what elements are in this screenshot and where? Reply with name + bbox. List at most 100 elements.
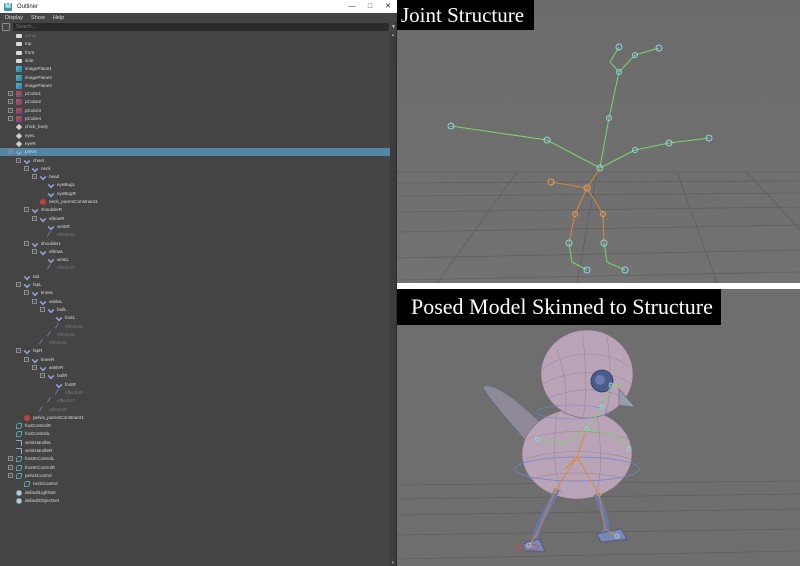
outliner-item[interactable]: top — [0, 40, 390, 48]
vertical-scrollbar[interactable]: ▲ ▼ — [390, 32, 396, 566]
minimize-button[interactable]: — — [343, 0, 361, 13]
outliner-item[interactable]: wristL — [0, 256, 390, 264]
posed-model-viewport[interactable]: Posed Model Skinned to Structure — [397, 289, 800, 566]
outliner-item[interactable]: − elbowL — [0, 248, 390, 256]
outliner-item[interactable]: effector2 — [0, 405, 390, 414]
menu-help[interactable]: Help — [53, 15, 64, 21]
expand-toggle-icon[interactable]: − — [32, 248, 37, 254]
outliner-item[interactable]: − ankleL — [0, 298, 390, 306]
outliner-item[interactable]: chick_body — [0, 123, 390, 131]
outliner-item[interactable]: − pCube3 — [0, 107, 390, 115]
outliner-item[interactable]: effector3 — [0, 264, 390, 273]
outliner-item[interactable]: − ballL — [0, 306, 390, 314]
outliner-item[interactable]: effector5 — [0, 330, 390, 339]
outliner-item[interactable]: − hipR — [0, 347, 390, 355]
outliner-item[interactable]: eyeBugL — [0, 181, 390, 189]
outliner-item[interactable]: effector4 — [0, 231, 390, 240]
outliner-item[interactable]: − pCube2 — [0, 98, 390, 106]
outliner-item-label: effector6 — [65, 323, 83, 329]
outliner-item[interactable]: − kneeR — [0, 356, 390, 364]
outliner-item[interactable]: − head — [0, 173, 390, 181]
outliner-item[interactable]: eyeBugR — [0, 190, 390, 198]
expand-toggle-icon[interactable]: − — [32, 298, 37, 304]
outliner-item[interactable]: − pelvisControl — [0, 472, 390, 480]
scroll-up-icon[interactable]: ▲ — [390, 32, 396, 38]
outliner-item[interactable]: − footIKControlL — [0, 455, 390, 463]
expand-toggle-icon[interactable]: − — [24, 240, 29, 246]
outliner-item[interactable]: effector8 — [0, 388, 390, 397]
outliner-item[interactable]: − pCube4 — [0, 115, 390, 123]
outliner-item[interactable]: wristHandleR — [0, 447, 390, 455]
outliner-tree[interactable]: persp top front side imagePlane1 imagePlane2 i… — [0, 32, 390, 566]
outliner-item[interactable]: persp — [0, 32, 390, 40]
expand-toggle-icon[interactable]: − — [16, 348, 21, 354]
outliner-item[interactable]: front — [0, 49, 390, 57]
outliner-item[interactable]: defaultObjectSet — [0, 497, 390, 505]
expand-toggle-icon[interactable]: − — [8, 149, 13, 155]
outliner-item[interactable]: − neck — [0, 165, 390, 173]
expand-toggle-icon[interactable]: − — [32, 215, 37, 221]
camera-icon — [16, 50, 22, 55]
expand-toggle-icon[interactable]: − — [16, 157, 21, 163]
outliner-item[interactable]: eyeR — [0, 140, 390, 148]
close-button[interactable]: ✕ — [379, 0, 397, 13]
outliner-item[interactable]: imagePlane2 — [0, 74, 390, 82]
outliner-item[interactable]: effector6 — [0, 322, 390, 331]
maximize-button[interactable]: □ — [361, 0, 379, 13]
menu-show[interactable]: Show — [31, 15, 45, 21]
scroll-down-icon[interactable]: ▼ — [390, 560, 396, 566]
outliner-item[interactable]: − footIKControlR — [0, 464, 390, 472]
outliner-item[interactable]: footControlL — [0, 430, 390, 438]
effector-icon — [46, 330, 56, 339]
joint-structure-viewport[interactable]: Joint Structure — [397, 0, 800, 283]
outliner-item[interactable]: effector1 — [0, 338, 390, 348]
expand-toggle-icon[interactable]: − — [8, 456, 13, 462]
outliner-item[interactable]: − kneeL — [0, 289, 390, 297]
expand-toggle-icon[interactable]: − — [24, 290, 29, 296]
outliner-item[interactable]: − pelvis — [0, 148, 390, 157]
outliner-item[interactable]: side — [0, 57, 390, 65]
outliner-item[interactable]: footControlR — [0, 422, 390, 430]
outliner-item[interactable]: imagePlane1 — [0, 65, 390, 73]
joint-icon — [47, 306, 55, 314]
expand-toggle-icon[interactable]: − — [16, 282, 21, 287]
search-input[interactable] — [13, 23, 389, 31]
outliner-item[interactable]: pelvis_parentConstraint1 — [0, 414, 390, 422]
outliner-item-label: pelvisControl — [25, 472, 52, 478]
expand-toggle-icon[interactable]: − — [8, 116, 13, 121]
outliner-item[interactable]: − shoulderL — [0, 240, 390, 248]
outliner-item[interactable]: tail — [0, 273, 390, 281]
menu-display[interactable]: Display — [5, 15, 23, 21]
expand-toggle-icon[interactable]: − — [24, 207, 29, 213]
outliner-item[interactable]: − ankleR — [0, 364, 390, 372]
expand-toggle-icon[interactable]: − — [8, 91, 13, 97]
expand-toggle-icon[interactable]: − — [40, 373, 45, 379]
expand-toggle-icon[interactable]: − — [40, 306, 45, 312]
outliner-item[interactable]: eyeL — [0, 132, 390, 140]
outliner-item[interactable]: effector7 — [0, 397, 390, 406]
outliner-item[interactable]: − hipL — [0, 281, 390, 289]
expand-toggle-icon[interactable]: − — [32, 174, 37, 180]
outliner-item[interactable]: neck_parentConstraint1 — [0, 198, 390, 206]
expand-toggle-icon[interactable]: − — [8, 107, 13, 113]
outliner-item[interactable]: − elbowR — [0, 215, 390, 223]
expand-toggle-icon[interactable]: − — [8, 99, 13, 105]
outliner-item[interactable]: wristHandleL — [0, 439, 390, 447]
outliner-item[interactable]: footL — [0, 314, 390, 322]
outliner-item[interactable]: wristR — [0, 223, 390, 231]
outliner-item[interactable]: imagePlane3 — [0, 82, 390, 90]
expand-toggle-icon[interactable]: − — [24, 165, 29, 171]
outliner-item[interactable]: − pCube1 — [0, 90, 390, 98]
expand-toggle-icon[interactable]: − — [32, 365, 37, 370]
outliner-item[interactable]: − chest — [0, 157, 390, 165]
outliner-item[interactable]: − ballR — [0, 372, 390, 380]
outliner-item[interactable]: − shoulderR — [0, 206, 390, 214]
search-options-icon[interactable] — [2, 23, 10, 31]
expand-toggle-icon[interactable]: − — [8, 464, 13, 470]
chevron-down-icon[interactable]: ▼ — [391, 24, 396, 30]
outliner-item[interactable]: footR — [0, 381, 390, 389]
expand-toggle-icon[interactable]: − — [24, 356, 29, 362]
outliner-item[interactable]: neckControl — [0, 480, 390, 488]
expand-toggle-icon[interactable]: − — [8, 472, 13, 478]
outliner-item[interactable]: defaultLightSet — [0, 489, 390, 497]
